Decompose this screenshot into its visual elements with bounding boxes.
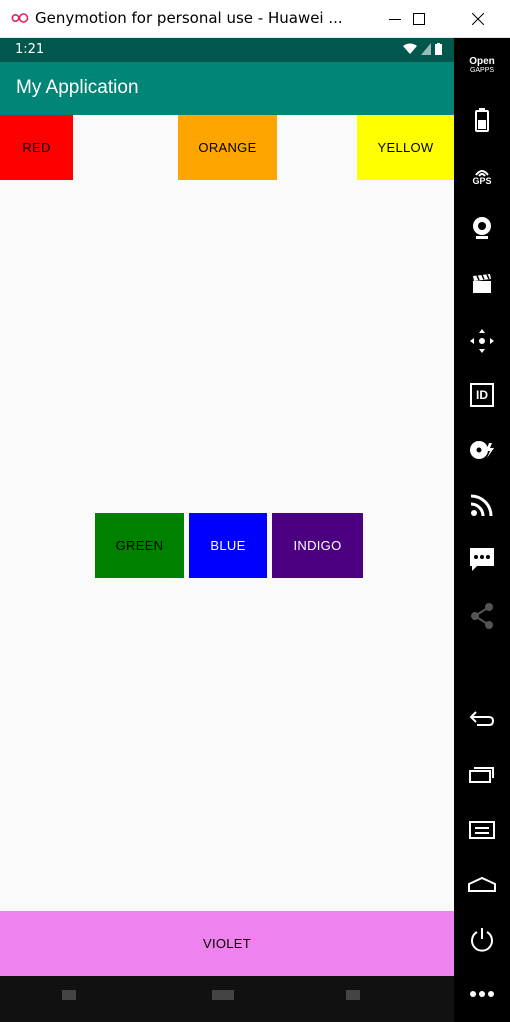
- webcam-icon: [473, 217, 491, 239]
- genymotion-logo-icon: [11, 13, 29, 23]
- genymotion-sidebar: Open GAPPS GPS ID: [454, 38, 510, 1022]
- status-icons: [403, 43, 442, 55]
- red-button-label: RED: [22, 140, 51, 155]
- gps-signal-icon: [475, 169, 489, 177]
- back-icon: [469, 711, 495, 726]
- share-widget-button[interactable]: [454, 596, 510, 636]
- red-button[interactable]: RED: [0, 115, 73, 180]
- power-button[interactable]: [454, 920, 510, 960]
- green-button-label: GREEN: [115, 538, 164, 553]
- sms-widget-button[interactable]: [454, 540, 510, 580]
- yellow-button-label: YELLOW: [377, 140, 434, 155]
- battery-widget-icon: [475, 108, 489, 132]
- close-button[interactable]: [455, 0, 501, 38]
- more-dots-icon: [470, 991, 494, 997]
- signal-icon: [421, 43, 431, 55]
- disk-io-icon: [470, 441, 494, 459]
- recent-apps-icon: [469, 767, 494, 783]
- open-gapps-button[interactable]: Open GAPPS: [454, 46, 510, 86]
- blue-button-label: BLUE: [210, 538, 246, 553]
- wifi-icon: [403, 43, 417, 54]
- gps-widget-content: GPS: [472, 167, 492, 186]
- home-button[interactable]: [454, 864, 510, 904]
- nav-home-button[interactable]: [212, 990, 234, 1000]
- green-button[interactable]: GREEN: [95, 513, 184, 578]
- back-button[interactable]: [454, 698, 510, 738]
- cast-widget-button[interactable]: [454, 485, 510, 525]
- phone-screen: 1:21 My Application RED ORANGE YELLOW GR…: [0, 38, 454, 1022]
- status-time: 1:21: [15, 42, 45, 57]
- dpad-icon: [470, 329, 494, 353]
- android-nav-bar: [0, 976, 454, 1022]
- maximize-button[interactable]: [396, 0, 442, 38]
- gps-label: GPS: [472, 175, 492, 186]
- id-icon: ID: [470, 383, 494, 407]
- orange-button-label: ORANGE: [198, 140, 257, 155]
- app-title: My Application: [16, 77, 139, 98]
- share-icon: [471, 603, 493, 629]
- indigo-button[interactable]: INDIGO: [272, 513, 363, 578]
- identifiers-widget-button[interactable]: ID: [454, 375, 510, 415]
- nav-back-button[interactable]: [62, 990, 76, 1000]
- battery-widget-button[interactable]: [454, 100, 510, 140]
- status-bar: 1:21: [0, 38, 454, 62]
- yellow-button[interactable]: YELLOW: [357, 115, 454, 180]
- message-icon: [470, 548, 494, 571]
- screencast-widget-button[interactable]: [454, 264, 510, 304]
- clapperboard-icon: [473, 274, 491, 293]
- gps-widget-button[interactable]: GPS: [454, 156, 510, 196]
- power-icon: [471, 928, 493, 952]
- open-gapps-label: Open GAPPS: [469, 57, 495, 75]
- app-bar: My Application: [0, 62, 454, 115]
- blue-button[interactable]: BLUE: [189, 513, 267, 578]
- indigo-button-label: INDIGO: [293, 538, 342, 553]
- disk-io-widget-button[interactable]: [454, 430, 510, 470]
- open-gapps-line1: Open: [469, 56, 495, 67]
- orange-button[interactable]: ORANGE: [178, 115, 277, 180]
- more-options-button[interactable]: [454, 974, 510, 1014]
- violet-button[interactable]: VIOLET: [0, 911, 454, 976]
- maximize-icon: [413, 13, 425, 25]
- recent-apps-button[interactable]: [454, 754, 510, 794]
- battery-icon: [435, 43, 442, 55]
- id-label: ID: [476, 388, 488, 402]
- close-icon: [472, 13, 484, 25]
- open-gapps-line2: GAPPS: [469, 67, 495, 74]
- violet-button-label: VIOLET: [202, 936, 252, 951]
- rss-icon: [471, 494, 493, 516]
- menu-button[interactable]: [454, 810, 510, 850]
- window-title-bar: Genymotion for personal use - Huawei ...: [0, 0, 510, 38]
- webcam-widget-button[interactable]: [454, 208, 510, 248]
- remote-control-widget-button[interactable]: [454, 321, 510, 361]
- nav-recents-button[interactable]: [346, 990, 360, 1000]
- menu-icon: [469, 821, 495, 839]
- home-icon: [468, 876, 496, 892]
- window-title: Genymotion for personal use - Huawei ...: [35, 9, 343, 27]
